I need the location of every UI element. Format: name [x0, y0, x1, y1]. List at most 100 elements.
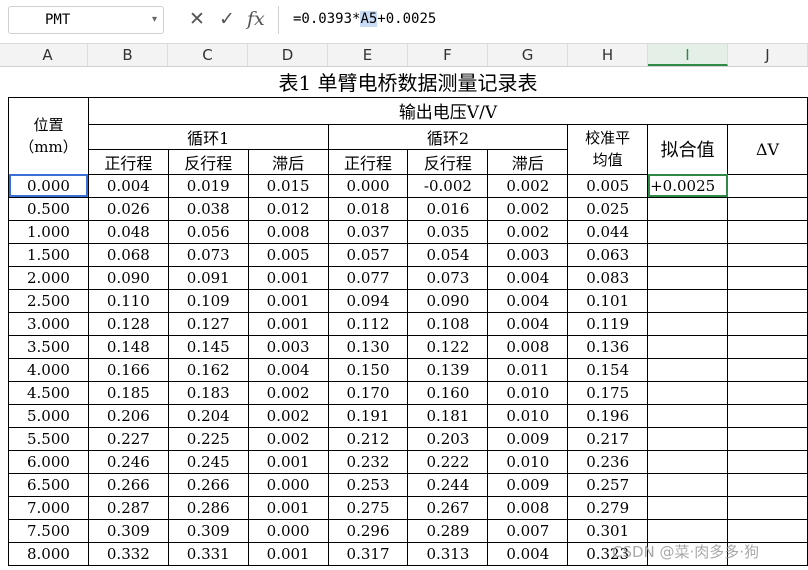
table-cell[interactable]: 0.289	[407, 518, 489, 543]
table-cell[interactable]: 0.279	[567, 495, 649, 520]
table-cell[interactable]: 0.245	[167, 449, 249, 474]
table-cell[interactable]: 0.128	[87, 311, 169, 336]
subheader-cell[interactable]: 滞后	[487, 148, 569, 175]
table-cell[interactable]: 0.331	[167, 541, 249, 566]
table-cell[interactable]: 0.001	[247, 265, 329, 290]
table-cell[interactable]: 0.090	[407, 288, 489, 313]
table-cell[interactable]: 0.127	[167, 311, 249, 336]
chevron-down-icon[interactable]: ▾	[152, 7, 157, 33]
table-cell[interactable]: 0.286	[167, 495, 249, 520]
table-cell[interactable]: 0.015	[247, 173, 329, 198]
table-cell[interactable]: 5.000	[8, 403, 89, 428]
subheader-cell[interactable]: 反行程	[167, 148, 249, 175]
table-cell[interactable]: 0.035	[407, 219, 489, 244]
table-cell[interactable]: 0.010	[487, 449, 569, 474]
table-cell[interactable]: 0.009	[487, 426, 569, 451]
table-cell[interactable]: 3.500	[8, 334, 89, 359]
subheader-cell[interactable]: 滞后	[247, 148, 329, 175]
table-cell[interactable]: 0.005	[247, 242, 329, 267]
table-cell[interactable]: 0.204	[167, 403, 249, 428]
delta-v-cell[interactable]	[727, 495, 808, 520]
delta-v-cell[interactable]	[727, 196, 808, 221]
table-cell[interactable]: 0.002	[487, 173, 569, 198]
table-cell[interactable]: 0.175	[567, 380, 649, 405]
table-cell[interactable]: 0.091	[167, 265, 249, 290]
table-cell[interactable]: 0.004	[487, 265, 569, 290]
cycle1-header[interactable]: 循环1	[87, 123, 329, 150]
table-cell[interactable]: 0.044	[567, 219, 649, 244]
table-cell[interactable]: 0.002	[247, 380, 329, 405]
table-cell[interactable]: -0.002	[407, 173, 489, 198]
subheader-cell[interactable]: 反行程	[407, 148, 489, 175]
table-cell[interactable]: 0.160	[407, 380, 489, 405]
table-cell[interactable]: 0.136	[567, 334, 649, 359]
table-cell[interactable]: 0.196	[567, 403, 649, 428]
delta-v-cell[interactable]	[727, 472, 808, 497]
table-cell[interactable]: 0.225	[167, 426, 249, 451]
table-cell[interactable]: 0.008	[487, 495, 569, 520]
table-cell[interactable]: 0.162	[167, 357, 249, 382]
table-cell[interactable]: 0.001	[247, 541, 329, 566]
table-cell[interactable]: 6.000	[8, 449, 89, 474]
table-cell[interactable]: 0.090	[87, 265, 169, 290]
table-cell[interactable]: 0.003	[487, 242, 569, 267]
table-cell[interactable]: 0.266	[87, 472, 169, 497]
table-cell[interactable]: 0.257	[567, 472, 649, 497]
cycle2-header[interactable]: 循环2	[327, 123, 569, 150]
table-cell[interactable]: 0.026	[87, 196, 169, 221]
table-cell[interactable]: 0.004	[487, 311, 569, 336]
table-cell[interactable]: 0.145	[167, 334, 249, 359]
table-cell[interactable]: 7.500	[8, 518, 89, 543]
fit-value-cell[interactable]	[647, 242, 729, 267]
col-header-i[interactable]: I	[648, 44, 728, 66]
table-cell[interactable]: 0.012	[247, 196, 329, 221]
table-cell[interactable]: 0.267	[407, 495, 489, 520]
table-cell[interactable]: 0.109	[167, 288, 249, 313]
table-cell[interactable]: 3.000	[8, 311, 89, 336]
fit-value-cell[interactable]	[647, 196, 729, 221]
table-cell[interactable]: 0.309	[87, 518, 169, 543]
fit-value-header[interactable]: 拟合值	[647, 123, 729, 175]
table-cell[interactable]: 0.019	[167, 173, 249, 198]
table-cell[interactable]: 0.191	[327, 403, 409, 428]
fit-value-cell[interactable]	[647, 380, 729, 405]
table-cell[interactable]: 0.222	[407, 449, 489, 474]
delta-v-cell[interactable]	[727, 265, 808, 290]
col-header-g[interactable]: G	[488, 44, 568, 66]
table-cell[interactable]: 0.002	[487, 219, 569, 244]
table-cell[interactable]: 0.181	[407, 403, 489, 428]
table-cell[interactable]: 0.500	[8, 196, 89, 221]
table-cell[interactable]: 0.232	[327, 449, 409, 474]
table-cell[interactable]: 0.317	[327, 541, 409, 566]
table-cell[interactable]: 0.001	[247, 495, 329, 520]
table-cell[interactable]: 0.206	[87, 403, 169, 428]
table-cell[interactable]: 0.000	[247, 518, 329, 543]
col-header-j[interactable]: J	[728, 44, 808, 66]
fit-value-cell[interactable]	[647, 403, 729, 428]
table-cell[interactable]: 0.309	[167, 518, 249, 543]
table-cell[interactable]: 0.063	[567, 242, 649, 267]
table-cell[interactable]: 0.054	[407, 242, 489, 267]
table-cell[interactable]: 0.150	[327, 357, 409, 382]
table-cell[interactable]: 0.004	[487, 288, 569, 313]
table-cell[interactable]: 7.000	[8, 495, 89, 520]
table-cell[interactable]: 0.010	[487, 380, 569, 405]
fit-value-cell[interactable]	[647, 426, 729, 451]
table-cell[interactable]: 0.004	[247, 357, 329, 382]
table-cell[interactable]: 0.170	[327, 380, 409, 405]
table-cell[interactable]: 0.296	[327, 518, 409, 543]
table-cell[interactable]: 4.500	[8, 380, 89, 405]
table-cell[interactable]: 0.236	[567, 449, 649, 474]
table-cell[interactable]: 0.011	[487, 357, 569, 382]
table-cell[interactable]: 0.266	[167, 472, 249, 497]
col-header-h[interactable]: H	[568, 44, 648, 66]
table-cell[interactable]: 0.094	[327, 288, 409, 313]
table-cell[interactable]: 0.083	[567, 265, 649, 290]
table-cell[interactable]: 0.016	[407, 196, 489, 221]
editing-cell[interactable]: +0.0025	[647, 173, 729, 198]
col-header-a[interactable]: A	[8, 44, 88, 66]
table-cell[interactable]: 0.108	[407, 311, 489, 336]
table-cell[interactable]: 0.007	[487, 518, 569, 543]
table-cell[interactable]: 0.056	[167, 219, 249, 244]
table-cell[interactable]: 0.000	[327, 173, 409, 198]
